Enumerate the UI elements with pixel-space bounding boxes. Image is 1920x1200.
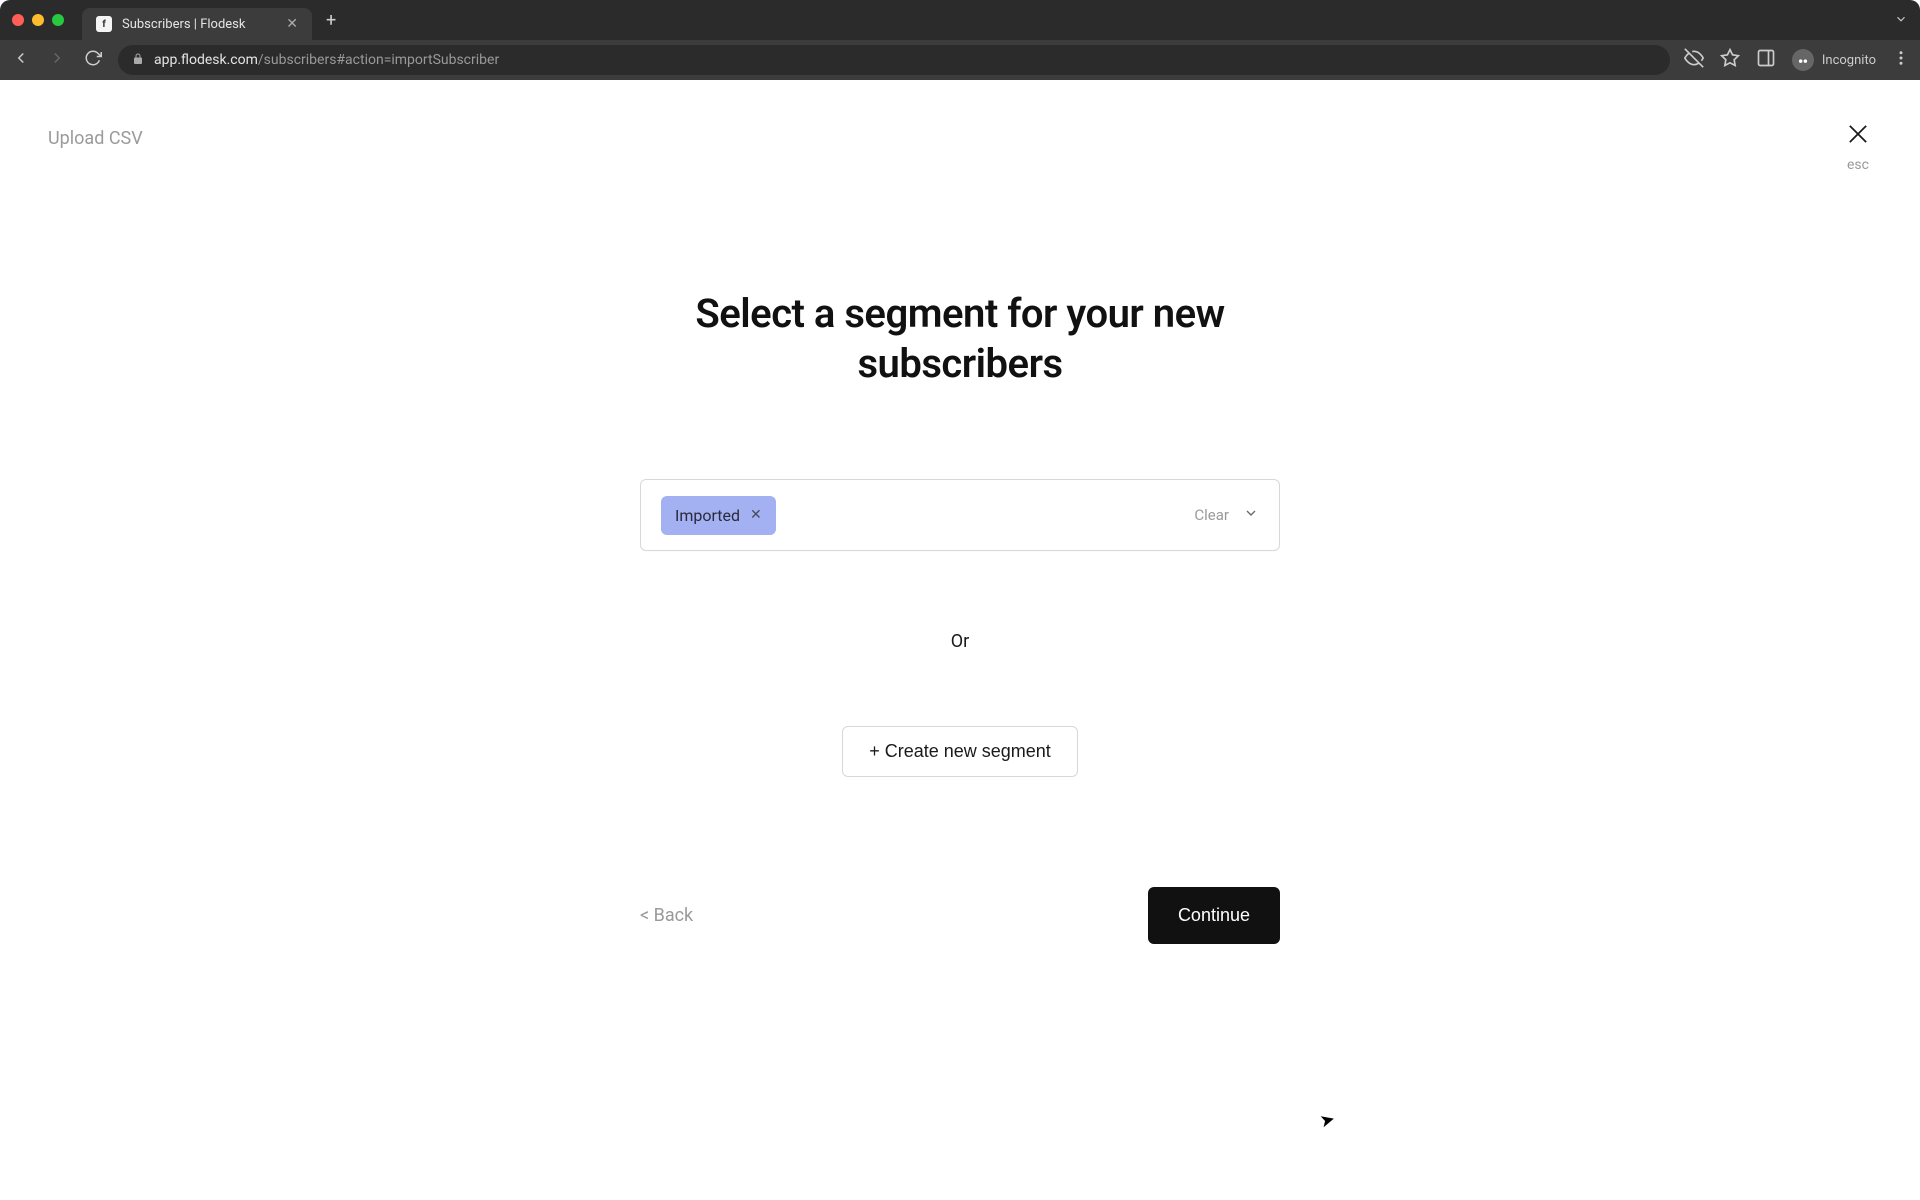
window-close-button[interactable]	[12, 14, 24, 26]
close-icon	[1844, 120, 1872, 153]
or-separator: Or	[640, 631, 1280, 652]
browser-tab-strip: f Subscribers | Flodesk ✕ +	[0, 0, 1920, 40]
chip-label: Imported	[675, 506, 740, 525]
back-button[interactable]: < Back	[640, 905, 693, 926]
clear-button[interactable]: Clear	[1194, 506, 1229, 524]
browser-toolbar: app.flodesk.com/subscribers#action=impor…	[0, 40, 1920, 80]
tab-favicon: f	[96, 16, 112, 32]
incognito-icon	[1792, 49, 1814, 71]
page-title: Select a segment for your new subscriber…	[640, 289, 1280, 389]
tabs-overflow-icon[interactable]	[1894, 11, 1908, 30]
continue-button[interactable]: Continue	[1148, 887, 1280, 944]
create-segment-button[interactable]: + Create new segment	[842, 726, 1078, 777]
close-button[interactable]: esc	[1844, 120, 1872, 173]
bookmark-star-icon[interactable]	[1720, 48, 1740, 72]
chevron-down-icon[interactable]	[1243, 505, 1259, 525]
address-bar[interactable]: app.flodesk.com/subscribers#action=impor…	[118, 45, 1670, 75]
tab-close-icon[interactable]: ✕	[286, 16, 298, 32]
browser-back-button[interactable]	[10, 49, 32, 72]
side-panel-icon[interactable]	[1756, 48, 1776, 72]
browser-menu-icon[interactable]	[1892, 49, 1910, 71]
eye-off-icon[interactable]	[1684, 48, 1704, 72]
footer-actions: < Back Continue	[640, 887, 1280, 944]
lock-icon	[132, 53, 144, 68]
url-text: app.flodesk.com/subscribers#action=impor…	[154, 52, 499, 68]
page-content: Upload CSV esc Select a segment for your…	[0, 80, 1920, 1200]
browser-reload-button[interactable]	[82, 49, 104, 72]
mouse-cursor: ➤	[1318, 1108, 1338, 1132]
breadcrumb: Upload CSV	[48, 128, 1872, 149]
select-controls: Clear	[1194, 505, 1259, 525]
browser-forward-button[interactable]	[46, 49, 68, 72]
window-controls	[12, 14, 64, 26]
window-minimize-button[interactable]	[32, 14, 44, 26]
incognito-badge[interactable]: Incognito	[1792, 49, 1876, 71]
main-content: Select a segment for your new subscriber…	[640, 289, 1280, 944]
browser-right-icons: Incognito	[1684, 48, 1910, 72]
segment-select[interactable]: Imported ✕ Clear	[640, 479, 1280, 551]
close-hint-label: esc	[1844, 157, 1872, 173]
chip-remove-icon[interactable]: ✕	[750, 507, 762, 523]
tab-title: Subscribers | Flodesk	[122, 17, 276, 32]
incognito-label: Incognito	[1822, 53, 1876, 68]
segment-chip: Imported ✕	[661, 496, 776, 535]
new-tab-button[interactable]: +	[326, 10, 336, 31]
window-maximize-button[interactable]	[52, 14, 64, 26]
browser-tab[interactable]: f Subscribers | Flodesk ✕	[82, 8, 312, 40]
